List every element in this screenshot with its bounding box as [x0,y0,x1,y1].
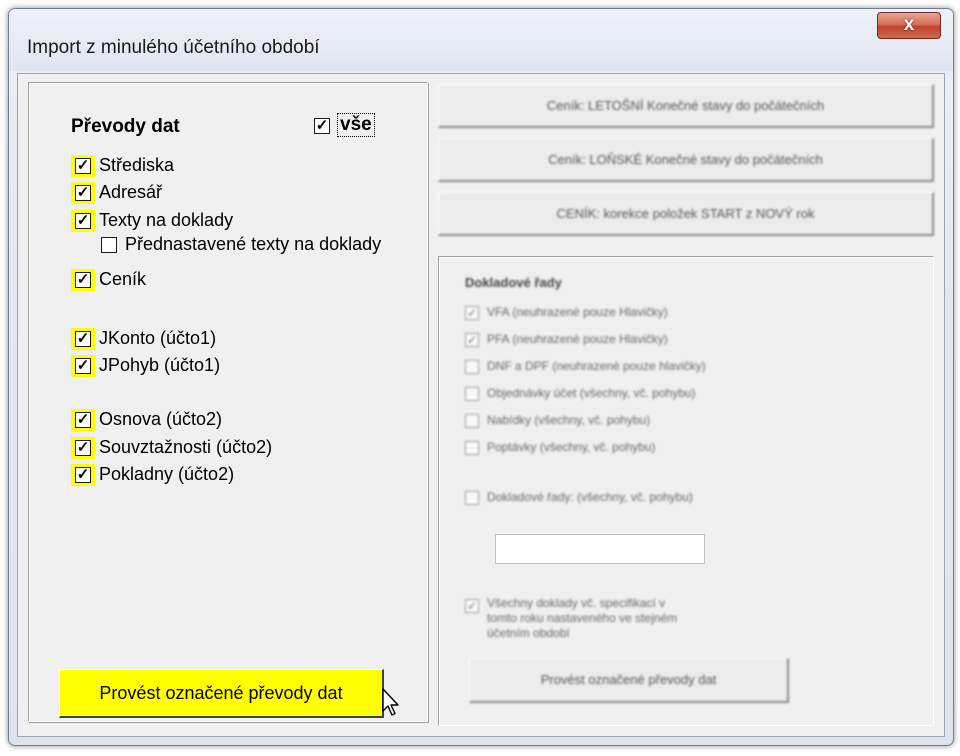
dialog-client-area: Převody dat ✓ vše ✓ Střediska ✓ Adresář … [17,73,945,737]
cenik-letosni-button[interactable]: Ceník: LETOŠNÍ Konečné stavy do počátečn… [438,84,934,128]
checkbox[interactable] [465,360,479,374]
item-label: Souvztažnosti (účto2) [99,437,273,457]
series-input[interactable] [495,534,705,564]
item-label: Texty na doklady [99,210,234,230]
item-label: VFA (neuhrazené pouze Hlavičky) [487,305,668,319]
run-transfers-button[interactable]: Provést označené převody dat [59,669,384,718]
document-series-title: Dokladové řady [465,275,562,290]
import-dialog-window: Import z minulého účetního období x Přev… [8,8,954,746]
item-label: Přednastavené texty na doklady [125,234,382,254]
item-label: Nabídky (všechny, vč. pohybu) [487,413,651,427]
item-label: Dokladové řady: (všechny, vč. pohybu) [487,490,693,504]
run-series-transfer-button[interactable]: Provést označené převody dat [469,658,789,703]
checkbox[interactable]: ✓ [465,306,479,320]
window-title: Import z minulého účetního období [27,37,320,58]
title-bar[interactable]: Import z minulého účetního období x [9,9,953,71]
item-label: PFA (neuhrazené pouze Hlavičky) [487,332,668,346]
checkbox[interactable]: ✓ [75,272,91,288]
checkbox[interactable] [465,441,479,455]
item-label: Objednávky účet (všechny, vč. pohybu) [487,386,696,400]
item-label: Adresář [99,182,163,202]
checkbox[interactable] [465,414,479,428]
checkbox[interactable]: ✓ [75,358,91,374]
all-documents-note: Všechny doklady vč. specifikací v tomto … [487,596,678,640]
close-button[interactable]: x [877,12,941,39]
item-label: JPohyb (účto1) [99,355,221,375]
checkbox[interactable]: ✓ [75,412,91,428]
cenik-korekce-button[interactable]: CENÍK: korekce položek START z NOVÝ rok [438,192,934,236]
all-documents-checkbox[interactable]: ✓ [465,599,479,613]
item-label: Osnova (účto2) [99,409,223,429]
item-label: JKonto (účto1) [99,328,217,348]
checkbox[interactable]: ✓ [75,185,91,201]
checkbox[interactable]: ✓ [75,467,91,483]
transfers-heading: Převody dat [71,116,180,137]
item-label: Střediska [99,155,175,175]
checkbox[interactable] [465,387,479,401]
checkbox[interactable]: ✓ [75,158,91,174]
select-all-label: vše [337,113,375,137]
item-label: Poptávky (všechny, vč. pohybu) [487,440,656,454]
checkbox[interactable]: ✓ [75,440,91,456]
checkbox[interactable]: ✓ [75,213,91,229]
document-series-group: Dokladové řady ✓ VFA (neuhrazené pouze H… [438,256,934,726]
item-label: DNF a DPF (neuhrazené pouze hlavičky) [487,359,706,373]
close-icon: x [903,14,915,35]
transfers-group: Převody dat ✓ vše ✓ Střediska ✓ Adresář … [28,82,428,722]
mouse-cursor-icon [382,688,399,716]
checkbox[interactable]: ✓ [465,333,479,347]
item-label: Ceník [99,269,147,289]
cenik-lonske-button[interactable]: Ceník: LOŇSKÉ Konečné stavy do počáteční… [438,138,934,182]
item-label: Pokladny (účto2) [99,464,235,484]
checkbox[interactable] [101,237,117,253]
checkbox[interactable]: ✓ [75,331,91,347]
select-all-checkbox[interactable]: ✓ [314,118,330,134]
checkbox[interactable] [465,491,479,505]
